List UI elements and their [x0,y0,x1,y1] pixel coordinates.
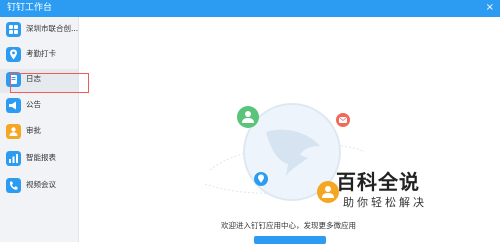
sidebar-item-smart-report[interactable]: 智能报表 [0,148,78,172]
megaphone-icon [6,98,21,113]
close-icon[interactable]: × [486,1,494,14]
sidebar-item-label: 公告 [26,100,41,109]
watermark-title: 百科全说 [336,170,420,194]
sidebar-item-label: 审批 [26,126,41,135]
sidebar: 深圳市联合创... 考勤打卡 日志 公告 审批 智能报表 视频会议 [0,17,79,242]
sidebar-item-label: 智能报表 [26,153,56,162]
phone-icon [6,178,21,193]
title-bar: 钉钉工作台 × [0,0,500,17]
enter-app-center-button[interactable] [254,236,326,244]
sidebar-item-label: 深圳市联合创... [26,24,79,33]
welcome-message: 欢迎进入钉钉应用中心，发现更多微应用 [221,221,356,230]
sidebar-item-label: 考勤打卡 [26,49,56,58]
watermark-subtitle: 助你轻松解决 [343,196,427,209]
sidebar-item-video-meeting[interactable]: 视频会议 [0,175,78,199]
person-badge-icon [6,124,21,139]
sidebar-item-attendance[interactable]: 考勤打卡 [0,44,78,68]
location-pin-icon [6,47,21,62]
selection-highlight-box [10,73,89,93]
sidebar-item-organization[interactable]: 深圳市联合创... [0,19,78,43]
sidebar-item-announcement[interactable]: 公告 [0,95,78,119]
org-grid-icon [6,22,21,37]
window-title: 钉钉工作台 [7,3,53,13]
sidebar-item-label: 视频会议 [26,180,56,189]
sidebar-item-approval[interactable]: 审批 [0,121,78,145]
watermark-logo: 百科全说 助你轻松解决 [336,170,476,216]
bar-chart-icon [6,151,21,166]
